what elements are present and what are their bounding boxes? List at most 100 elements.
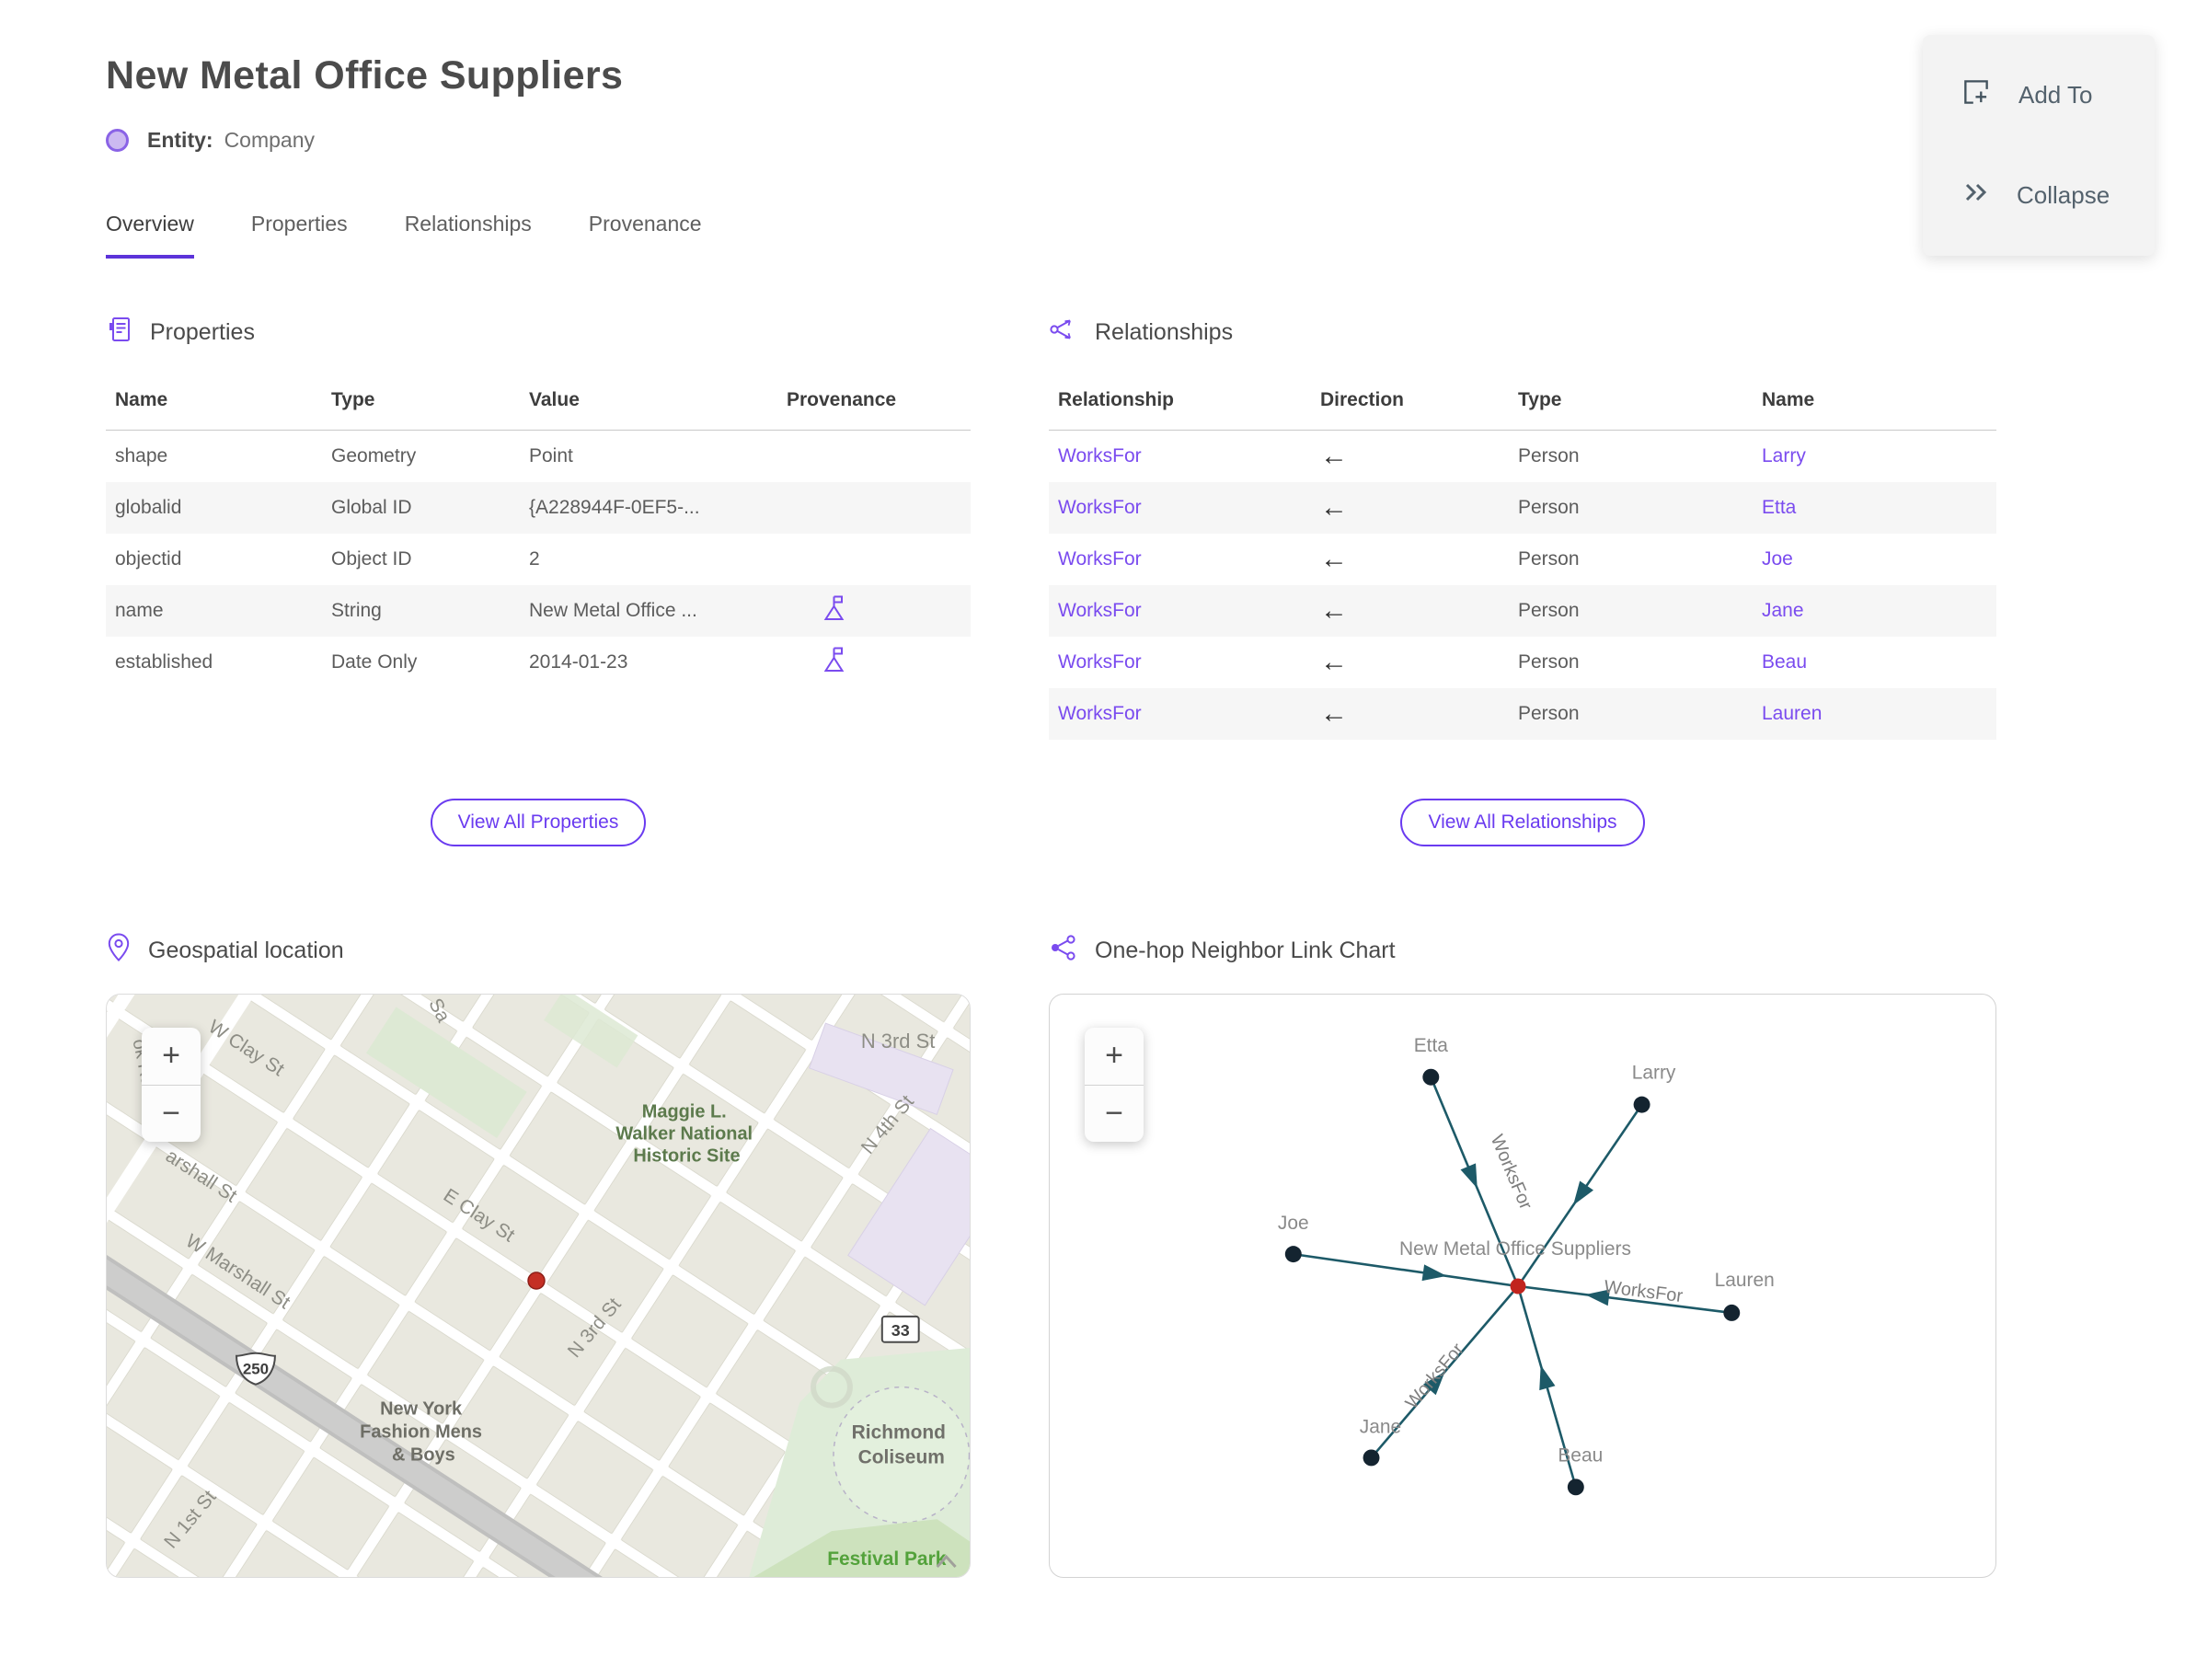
view-all-relationships-button[interactable]: View All Relationships [1400, 798, 1645, 846]
entity-name-link[interactable]: Etta [1762, 497, 1796, 518]
chart-edge-arrow [1539, 1364, 1556, 1390]
table-row: WorksFor ← Person Jane [1049, 584, 1996, 637]
rel-type: Person [1518, 599, 1580, 621]
table-row: established Date Only 2014-01-23 [106, 637, 971, 688]
chart-zoom-in-button[interactable]: + [1085, 1028, 1144, 1085]
one-hop-link-chart[interactable]: WorksFor WorksFor WorksFor Etta Larry Joe Laur… [1049, 993, 1996, 1578]
neighbor-node[interactable] [1723, 1304, 1741, 1321]
chart-edge-arrow [1460, 1162, 1478, 1189]
rel-type: Person [1518, 650, 1580, 673]
entity-name-link[interactable]: Jane [1762, 600, 1804, 621]
collapse-button[interactable]: Collapse [1923, 167, 2155, 224]
prop-provenance [787, 431, 971, 482]
add-to-label: Add To [2018, 81, 2093, 109]
right-column: Relationships Relationship Direction Typ… [1049, 316, 1996, 1578]
prop-type: String [331, 599, 382, 621]
prop-value: New Metal Office ... [529, 599, 697, 621]
properties-icon [106, 315, 133, 351]
actions-card: Add To Collapse [1923, 35, 2155, 256]
street-label: N 3rd St [861, 1029, 935, 1052]
tab-provenance[interactable]: Provenance [589, 212, 702, 259]
link-chart-section-header: One-hop Neighbor Link Chart [1049, 935, 1996, 968]
col-provenance: Provenance [787, 376, 971, 431]
table-row: WorksFor ← Person Etta [1049, 481, 1996, 534]
relationship-link[interactable]: WorksFor [1058, 651, 1142, 673]
park-label: Festival Park [827, 1548, 946, 1570]
prop-value: 2 [529, 547, 540, 570]
prop-name: name [115, 599, 164, 621]
neighbor-node[interactable] [1284, 1245, 1302, 1262]
entity-name-link[interactable]: Joe [1762, 548, 1793, 570]
entity-name-link[interactable]: Lauren [1762, 703, 1822, 724]
chart-zoom-out-button[interactable]: − [1085, 1084, 1144, 1142]
prop-name: objectid [115, 547, 182, 570]
view-all-properties-button[interactable]: View All Properties [430, 798, 647, 846]
prop-name: established [115, 650, 213, 673]
neighbor-node[interactable] [1633, 1096, 1650, 1113]
relationship-link[interactable]: WorksFor [1058, 703, 1142, 724]
center-node-label: New Metal Office Suppliers [1399, 1238, 1631, 1260]
table-row: WorksFor ← Person Larry [1049, 431, 1996, 482]
edge-label: WorksFor [1487, 1132, 1536, 1213]
entity-type-value: Company [224, 128, 315, 152]
entity-label: Entity: [147, 128, 213, 152]
neighbor-node[interactable] [1363, 1448, 1380, 1466]
direction-arrow: ← [1320, 491, 1348, 523]
neighbor-node[interactable] [1567, 1478, 1584, 1495]
link-chart-section-title: One-hop Neighbor Link Chart [1095, 938, 1396, 963]
tab-overview[interactable]: Overview [106, 212, 194, 259]
tab-relationships[interactable]: Relationships [405, 212, 532, 259]
properties-section-header: Properties [106, 316, 971, 349]
direction-arrow: ← [1320, 543, 1348, 574]
chart-zoom-control: + − [1085, 1027, 1144, 1142]
center-node[interactable] [1510, 1278, 1526, 1294]
neighbor-node-label: Lauren [1715, 1269, 1775, 1290]
collapse-icon [1960, 179, 1991, 212]
relationship-link[interactable]: WorksFor [1058, 548, 1142, 570]
prop-value: Point [529, 444, 573, 466]
prop-provenance [787, 534, 971, 585]
add-to-button[interactable]: Add To [1923, 63, 2155, 128]
neighbor-node[interactable] [1422, 1068, 1440, 1086]
direction-arrow: ← [1320, 440, 1348, 471]
col-name: Name [1762, 376, 1996, 431]
geospatial-section-title: Geospatial location [148, 938, 344, 963]
geospatial-section-header: Geospatial location [106, 933, 971, 968]
tab-properties[interactable]: Properties [251, 212, 348, 259]
prop-type: Geometry [331, 444, 417, 466]
relationship-link[interactable]: WorksFor [1058, 600, 1142, 621]
col-value: Value [529, 376, 787, 431]
relationships-table: Relationship Direction Type Name WorksFo… [1049, 376, 1996, 740]
neighbor-node-label: Larry [1632, 1062, 1676, 1083]
left-column: Properties Name Type Value Provenance sh… [106, 316, 971, 1578]
table-row: name String New Metal Office ... [106, 584, 971, 637]
prop-type: Date Only [331, 650, 418, 673]
entity-type-dot [106, 129, 129, 152]
entity-name-link[interactable]: Larry [1762, 445, 1806, 466]
provenance-flag-icon[interactable] [822, 595, 846, 627]
svg-text:250: 250 [243, 1360, 269, 1377]
properties-section-title: Properties [150, 318, 255, 345]
map-zoom-out-button[interactable]: − [142, 1084, 201, 1142]
relationship-link[interactable]: WorksFor [1058, 497, 1142, 518]
add-to-icon [1960, 75, 1993, 115]
rel-type: Person [1518, 547, 1580, 570]
map-zoom-control: + − [142, 1027, 201, 1142]
rel-type: Person [1518, 496, 1580, 518]
prop-provenance [787, 585, 971, 637]
relationships-icon [1049, 316, 1078, 350]
col-type: Type [1518, 376, 1762, 431]
link-chart-icon [1049, 933, 1078, 969]
provenance-flag-icon[interactable] [822, 647, 846, 678]
rel-type: Person [1518, 702, 1580, 724]
prop-value: 2014-01-23 [529, 650, 628, 673]
col-direction: Direction [1320, 376, 1518, 431]
geospatial-map[interactable]: ok Rd W Clay St Sa arshall St W Marshall… [106, 993, 971, 1578]
map-zoom-in-button[interactable]: + [142, 1028, 201, 1085]
chart-edge-arrow [1421, 1263, 1447, 1281]
direction-arrow: ← [1320, 697, 1348, 729]
entity-name-link[interactable]: Beau [1762, 651, 1807, 673]
relationship-link[interactable]: WorksFor [1058, 445, 1142, 466]
tab-bar: Overview Properties Relationships Proven… [106, 212, 2208, 259]
prop-type: Object ID [331, 547, 412, 570]
